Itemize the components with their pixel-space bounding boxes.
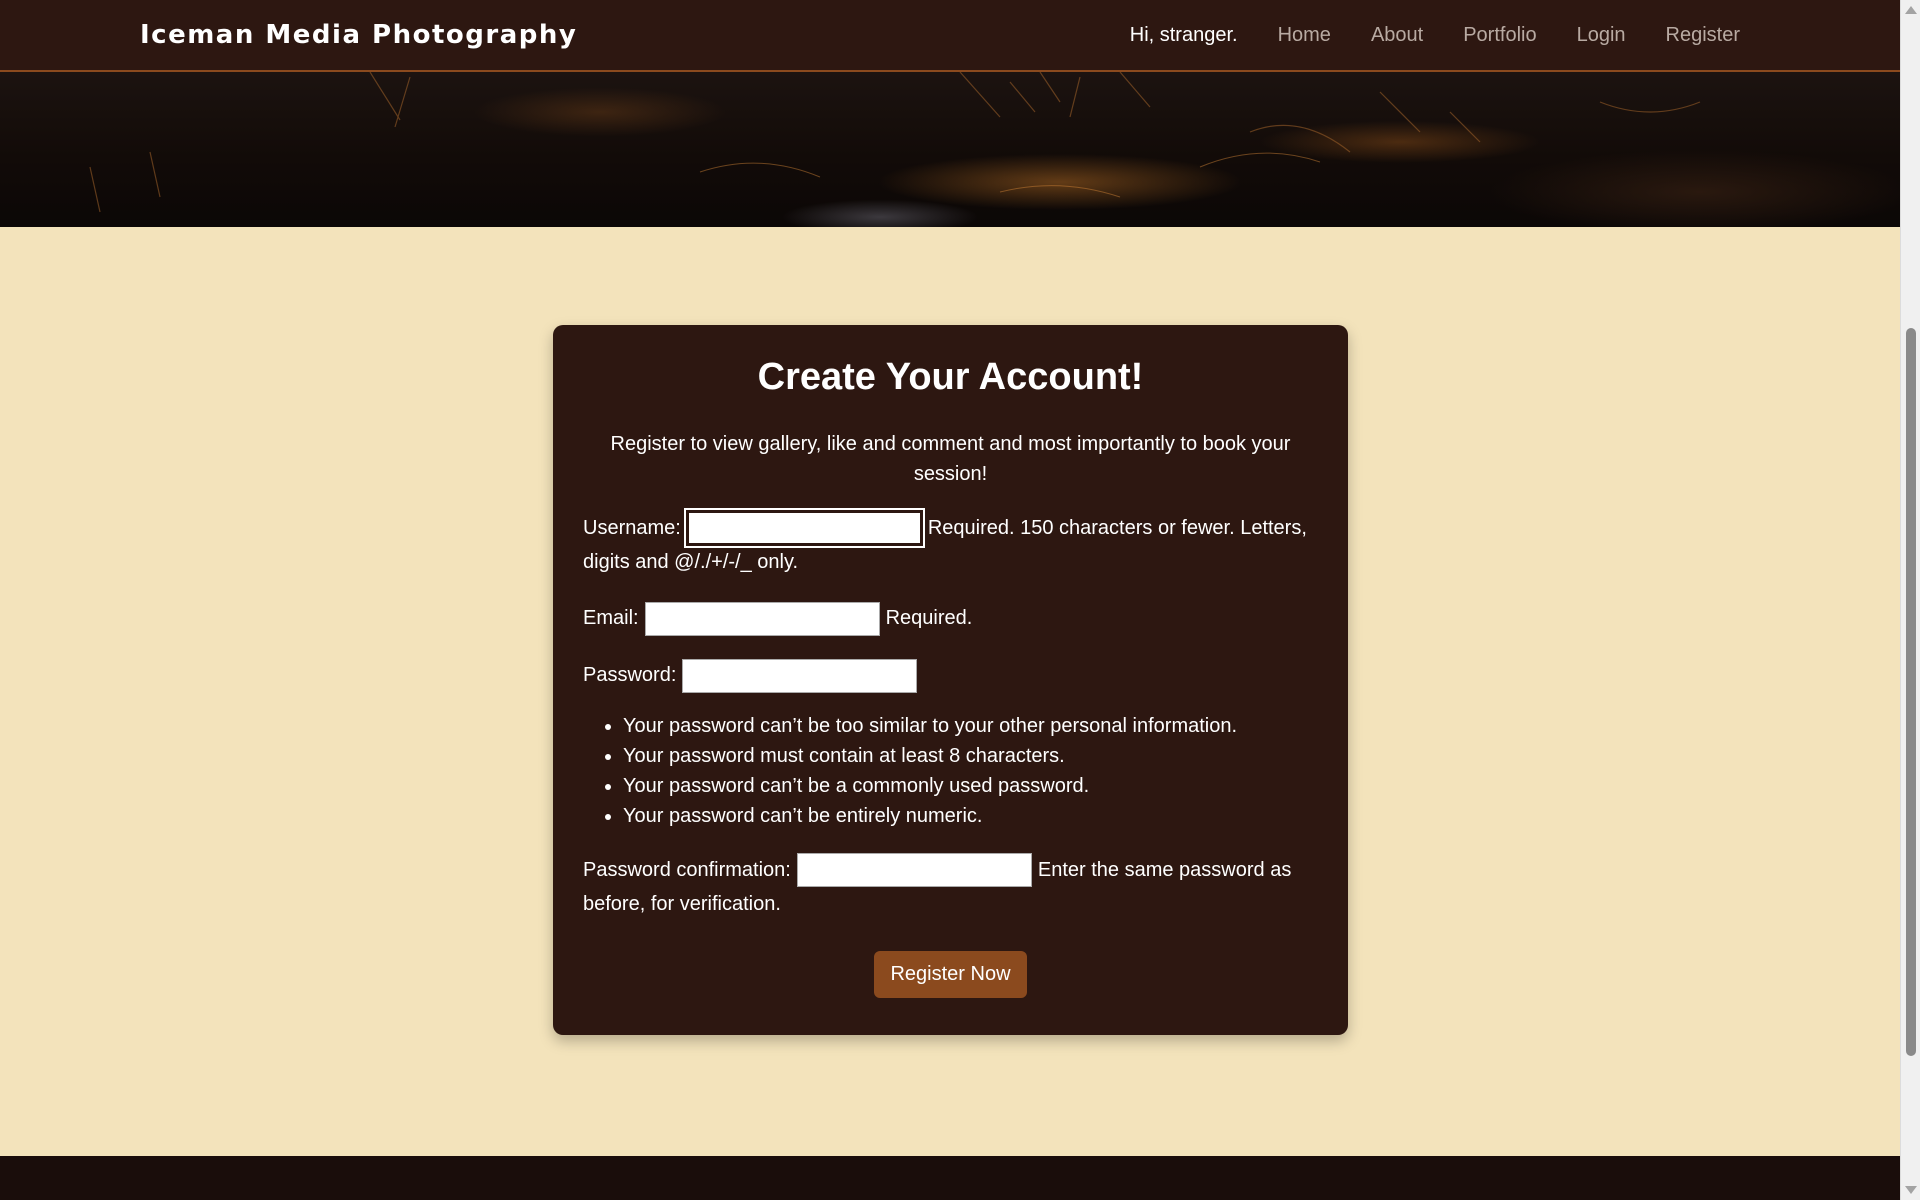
nav-link-login[interactable]: Login [1577,24,1626,47]
password-rule-item: Your password must contain at least 8 ch… [623,741,1318,771]
email-field[interactable] [644,602,880,637]
footer [0,1156,1900,1200]
vertical-scrollbar[interactable] [1900,0,1920,1200]
password-label: Password: [583,664,677,687]
navbar: Iceman Media Photography Hi, stranger. H… [0,0,1900,72]
password-rule-item: Your password can’t be a commonly used p… [623,771,1318,801]
hero-banner-image [0,72,1900,227]
scrollbar-thumb[interactable] [1906,328,1916,1056]
register-card: Create Your Account! Register to view ga… [553,325,1348,1035]
scroll-up-arrow-icon[interactable] [1905,6,1917,14]
password-row: Password: [583,658,1318,693]
nav-link-register[interactable]: Register [1666,24,1740,47]
username-row: Username: Required. 150 characters or few… [583,508,1318,580]
nav-links: Hi, stranger. Home About Portfolio Login… [1130,24,1740,47]
password-rules-list: Your password can’t be too similar to yo… [583,711,1318,831]
password-field[interactable] [682,658,918,693]
password-confirmation-row: Password confirmation: Enter the same pas… [583,853,1318,922]
card-title: Create Your Account! [757,356,1144,398]
password-confirmation-field[interactable] [796,853,1032,888]
site-brand[interactable]: Iceman Media Photography [140,20,577,50]
page: Iceman Media Photography Hi, stranger. H… [0,0,1900,1200]
greeting-text: Hi, stranger. [1129,24,1238,46]
password-rule-item: Your password can’t be too similar to yo… [623,711,1318,741]
nav-link-home[interactable]: Home [1278,24,1331,47]
username-field[interactable] [683,508,925,549]
nav-link-about[interactable]: About [1371,24,1423,47]
register-now-button[interactable]: Register Now [874,951,1027,999]
email-help-text: Required. [885,607,973,630]
card-lead-text: Register to view gallery, like and comme… [610,432,1291,485]
email-label: Email: [583,607,639,630]
password-confirmation-label: Password confirmation: [583,858,791,881]
password-rule-item: Your password can’t be entirely numeric. [623,801,1318,831]
nav-link-portfolio[interactable]: Portfolio [1463,24,1536,47]
hero-grass-texture [89,72,1701,213]
email-row: Email: Required. [583,601,1318,637]
submit-wrap: Register Now [583,951,1318,999]
username-label: Username: [583,516,681,539]
scroll-down-arrow-icon[interactable] [1905,1186,1917,1194]
